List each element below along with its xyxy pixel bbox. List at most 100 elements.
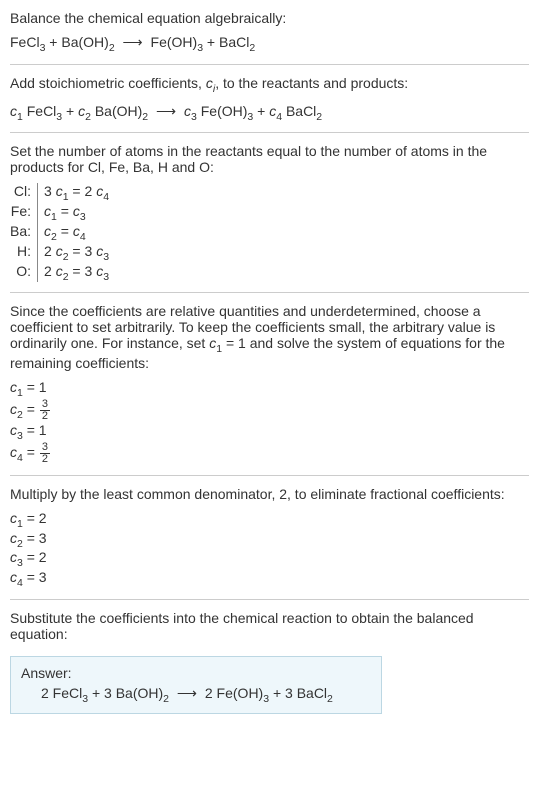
- r4eq: = 3: [69, 243, 97, 259]
- r1p: 3: [44, 183, 56, 199]
- sub-intro: Substitute the coefficients into the che…: [10, 610, 529, 642]
- eq1-fecl: FeCl: [10, 34, 40, 50]
- ce: =: [23, 401, 39, 417]
- r3s2: 4: [80, 231, 86, 243]
- e2t2: Ba(OH): [91, 103, 142, 119]
- e2s2: 2: [142, 110, 148, 122]
- divider: [10, 292, 529, 293]
- r2eq: =: [57, 203, 73, 219]
- divider: [10, 132, 529, 133]
- arrow-icon: ⟶: [119, 34, 147, 51]
- stoich-text-b: , to the reactants and products:: [215, 75, 408, 91]
- r4p: 2: [44, 243, 56, 259]
- cc: c: [10, 379, 17, 395]
- table-row: O: 2 c2 = 3 c3: [10, 263, 115, 283]
- atom-eq: 2 c2 = 3 c3: [38, 263, 116, 283]
- divider: [10, 475, 529, 476]
- frac-den: 2: [40, 411, 50, 422]
- cc: c: [10, 549, 17, 565]
- atoms-table: Cl: 3 c1 = 2 c4 Fe: c1 = c3 Ba: c2 = c4 …: [10, 183, 115, 282]
- atom-label: Cl:: [10, 183, 38, 203]
- mcoef-line-3: c3 = 2: [10, 549, 529, 569]
- r5c: c: [56, 263, 63, 279]
- intro-line: Balance the chemical equation algebraica…: [10, 10, 529, 26]
- divider: [10, 64, 529, 65]
- frac-num: 3: [40, 442, 50, 454]
- ans-t2: 2 Fe(OH): [205, 685, 263, 701]
- eq1-baoh: + Ba(OH): [45, 34, 108, 50]
- equation-1: FeCl3 + Ba(OH)2 ⟶ Fe(OH)3 + BaCl2: [10, 34, 529, 54]
- eq1-feoh: Fe(OH): [151, 34, 198, 50]
- c3c: c: [184, 103, 191, 119]
- r1eq: = 2: [69, 183, 97, 199]
- r3c2: c: [73, 223, 80, 239]
- ans-s2: 2: [163, 693, 169, 705]
- r5s2: 3: [103, 270, 109, 282]
- table-row: Cl: 3 c1 = 2 c4: [10, 183, 115, 203]
- e2p1: +: [62, 103, 78, 119]
- coef-line-4: c4 = 32: [10, 442, 529, 465]
- answer-box: Answer: 2 FeCl3 + 3 Ba(OH)2 ⟶ 2 Fe(OH)3 …: [10, 656, 382, 714]
- ce: = 2: [23, 510, 47, 526]
- ce: = 1: [23, 422, 47, 438]
- mcoef-line-1: c1 = 2: [10, 510, 529, 530]
- equation-2: c1 FeCl3 + c2 Ba(OH)2 ⟶ c3 Fe(OH)3 + c4 …: [10, 103, 529, 123]
- r2s2: 3: [80, 211, 86, 223]
- r4c: c: [56, 243, 63, 259]
- table-row: Ba: c2 = c4: [10, 223, 115, 243]
- r3c: c: [44, 223, 51, 239]
- coef-line-3: c3 = 1: [10, 422, 529, 442]
- e2t1: FeCl: [23, 103, 56, 119]
- r3eq: =: [57, 223, 73, 239]
- frac-den: 2: [40, 454, 50, 465]
- cc: c: [10, 444, 17, 460]
- ans-p2: + 3 BaCl: [269, 685, 327, 701]
- l4eq: = 1: [222, 335, 246, 351]
- stoich-text-a: Add stoichiometric coefficients,: [10, 75, 206, 91]
- e2p2: +: [253, 103, 269, 119]
- arrow-icon: ⟶: [152, 103, 180, 120]
- coef-line-1: c1 = 1: [10, 379, 529, 399]
- answer-label: Answer:: [21, 665, 371, 681]
- cc: c: [10, 530, 17, 546]
- coeff-intro: Since the coefficients are relative quan…: [10, 303, 529, 371]
- eq1-sub2: 2: [109, 42, 115, 54]
- r2c: c: [44, 203, 51, 219]
- fraction: 32: [40, 399, 50, 422]
- e2t4: BaCl: [282, 103, 316, 119]
- divider: [10, 599, 529, 600]
- r1s2: 4: [103, 191, 109, 203]
- atom-label: Fe:: [10, 203, 38, 223]
- ce: = 3: [23, 569, 47, 585]
- intro-text: Balance the chemical equation algebraica…: [10, 10, 286, 26]
- cc: c: [10, 569, 17, 585]
- arrow-icon: ⟶: [173, 685, 201, 702]
- atom-eq: c1 = c3: [38, 203, 116, 223]
- atom-eq: 3 c1 = 2 c4: [38, 183, 116, 203]
- atom-label: O:: [10, 263, 38, 283]
- ce: =: [23, 444, 39, 460]
- r5eq: = 3: [69, 263, 97, 279]
- ans-p1: + 3 Ba(OH): [88, 685, 163, 701]
- ce: = 1: [23, 379, 47, 395]
- cc: c: [10, 422, 17, 438]
- table-row: Fe: c1 = c3: [10, 203, 115, 223]
- cc: c: [10, 401, 17, 417]
- mcoef-line-4: c4 = 3: [10, 569, 529, 589]
- e2t3: Fe(OH): [197, 103, 248, 119]
- atom-label: Ba:: [10, 223, 38, 243]
- r4s2: 3: [103, 251, 109, 263]
- mcoef-line-2: c2 = 3: [10, 530, 529, 550]
- atom-eq: 2 c2 = 3 c3: [38, 243, 116, 263]
- atom-eq: c2 = c4: [38, 223, 116, 243]
- atoms-intro: Set the number of atoms in the reactants…: [10, 143, 529, 175]
- fraction: 32: [40, 442, 50, 465]
- coef-line-2: c 2 = 32: [10, 399, 529, 422]
- table-row: H: 2 c2 = 3 c3: [10, 243, 115, 263]
- ans-s4: 2: [327, 693, 333, 705]
- r5p: 2: [44, 263, 56, 279]
- eq1-sub4: 2: [249, 42, 255, 54]
- eq1-bacl: + BaCl: [203, 34, 249, 50]
- ce: = 3: [23, 530, 47, 546]
- ce: = 2: [23, 549, 47, 565]
